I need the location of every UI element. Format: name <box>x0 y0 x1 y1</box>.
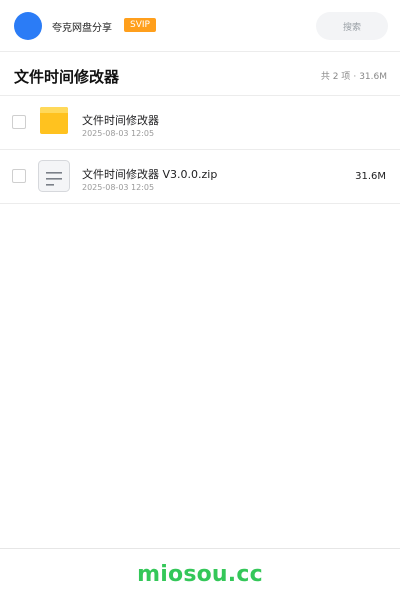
search-placeholder: 搜索 <box>342 22 361 33</box>
file-name: 文件时间修改器 <box>82 114 159 127</box>
file-name: 文件时间修改器 V3.0.0.zip <box>82 168 218 181</box>
footer-bar: miosou.cc <box>0 548 400 600</box>
folder-icon <box>40 107 68 134</box>
sharer-name: 夸克网盘分享 <box>52 23 112 34</box>
archive-file-icon <box>38 160 70 192</box>
file-size: 31.6M <box>355 171 386 182</box>
file-date: 2025-08-03 12:05 <box>82 129 155 138</box>
file-row-folder[interactable]: 文件时间修改器 2025-08-03 12:05 <box>0 96 400 150</box>
top-bar: 夸克网盘分享 SVIP 搜索 <box>0 0 400 52</box>
search-input[interactable]: 搜索 <box>316 12 388 40</box>
avatar[interactable] <box>14 12 42 40</box>
select-checkbox[interactable] <box>12 115 26 129</box>
summary-separator: · <box>353 72 357 82</box>
file-date: 2025-08-03 12:05 <box>82 183 155 192</box>
folder-header: 文件时间修改器 共 2 项 · 31.6M <box>0 52 400 96</box>
file-row-zip[interactable]: 文件时间修改器 V3.0.0.zip 2025-08-03 12:05 31.6… <box>0 150 400 204</box>
select-checkbox[interactable] <box>12 169 26 183</box>
vip-badge: SVIP <box>124 18 156 32</box>
page-title: 文件时间修改器 <box>14 68 120 86</box>
folder-summary: 共 2 项 · 31.6M <box>321 69 387 82</box>
item-count: 共 2 项 <box>320 72 351 82</box>
total-size: 31.6M <box>359 72 387 82</box>
site-brand[interactable]: miosou.cc <box>137 562 263 587</box>
